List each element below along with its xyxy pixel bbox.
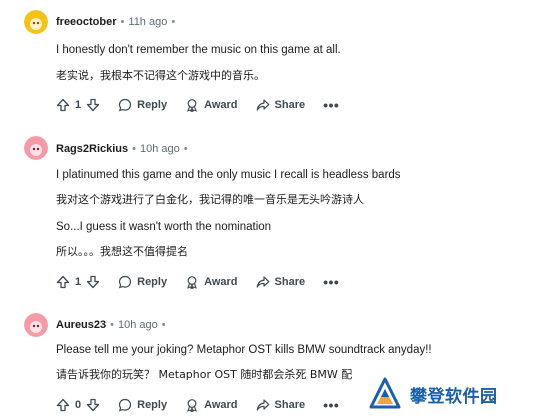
comment-actions: 1 Reply Award Share ••• <box>56 93 339 117</box>
share-label: Share <box>274 99 306 111</box>
award-icon <box>187 99 197 112</box>
upvote-icon[interactable] <box>56 398 70 412</box>
upvote-icon[interactable] <box>56 275 70 289</box>
avatar[interactable] <box>24 136 48 160</box>
share-button[interactable]: Share <box>256 98 306 112</box>
comment-text: Please tell me your joking? Metaphor OST… <box>56 344 432 356</box>
meta-separator: • <box>132 143 137 155</box>
comment-bubble-icon <box>119 398 132 412</box>
share-label: Share <box>274 276 306 288</box>
award-label: Award <box>204 99 238 111</box>
share-icon <box>256 276 269 288</box>
meta-separator: • <box>183 143 188 155</box>
award-button[interactable]: Award <box>185 398 238 412</box>
comment-text-translation: 请告诉我你的玩笑？ Metaphor OST 随时都会杀死 BMW 配 <box>56 368 353 381</box>
comment-meta: Aureus23 • 10h ago • <box>56 317 170 333</box>
comment-text: I platinumed this game and the only musi… <box>56 169 401 181</box>
downvote-icon[interactable] <box>86 98 100 112</box>
comment-text: I honestly don't remember the music on t… <box>56 44 341 56</box>
comment-text-translation: 所以。。。我想这不值得提名 <box>56 245 188 258</box>
downvote-icon[interactable] <box>86 398 100 412</box>
meta-separator: • <box>161 319 166 331</box>
reply-label: Reply <box>137 99 168 111</box>
upvote-icon[interactable] <box>56 98 70 112</box>
meta-separator: • <box>120 16 125 28</box>
author-name[interactable]: Rags2Rickius <box>56 143 128 155</box>
meta-separator: • <box>110 319 114 331</box>
share-icon <box>256 399 269 411</box>
avatar[interactable] <box>24 10 48 34</box>
comment: Rags2Rickius • 10h ago • I platinumed th… <box>0 120 550 296</box>
more-options-icon[interactable]: ••• <box>323 98 339 112</box>
watermark-logo-icon <box>369 377 401 409</box>
award-label: Award <box>204 399 238 411</box>
award-icon <box>187 399 197 412</box>
more-options-icon[interactable]: ••• <box>323 398 339 412</box>
timestamp[interactable]: 10h ago <box>118 319 158 331</box>
share-button[interactable]: Share <box>256 275 306 289</box>
comment-meta: Rags2Rickius • 10h ago • <box>56 141 192 157</box>
author-name[interactable]: freeoctober <box>56 16 117 28</box>
watermark: 攀登软件园 <box>360 372 550 416</box>
reply-button[interactable]: Reply <box>118 398 167 412</box>
reply-label: Reply <box>137 276 168 288</box>
timestamp[interactable]: 10h ago <box>140 143 180 155</box>
avatar[interactable] <box>24 313 48 337</box>
vote-control: 1 <box>56 98 100 112</box>
author-name[interactable]: Aureus23 <box>56 319 106 331</box>
reply-button[interactable]: Reply <box>118 275 167 289</box>
more-options-icon[interactable]: ••• <box>323 275 339 289</box>
downvote-icon[interactable] <box>86 275 100 289</box>
share-button[interactable]: Share <box>256 398 306 412</box>
comment-bubble-icon <box>119 275 132 289</box>
reply-label: Reply <box>137 399 168 411</box>
comment-actions: 1 Reply Award Share ••• <box>56 270 339 294</box>
vote-count: 1 <box>75 276 82 288</box>
comment-bubble-icon <box>119 98 132 112</box>
vote-count: 0 <box>75 399 82 411</box>
comment-text-translation: 我对这个游戏进行了白金化，我记得的唯一音乐是无头吟游诗人 <box>56 193 364 206</box>
comment-text-translation: 老实说，我根本不记得这个游戏中的音乐。 <box>56 69 265 82</box>
comment-actions: 0 Reply Award Share ••• <box>56 393 339 417</box>
award-icon <box>187 276 197 289</box>
comment: freeoctober • 11h ago • I honestly don't… <box>0 0 550 120</box>
award-label: Award <box>204 276 238 288</box>
timestamp[interactable]: 11h ago <box>128 16 167 28</box>
share-icon <box>256 99 269 111</box>
comment-text: So...I guess it wasn't worth the nominat… <box>56 221 272 233</box>
reply-button[interactable]: Reply <box>118 98 167 112</box>
award-button[interactable]: Award <box>185 275 238 289</box>
watermark-text: 攀登软件园 <box>410 386 498 407</box>
vote-count: 1 <box>75 99 82 111</box>
comment-meta: freeoctober • 11h ago • <box>56 14 179 30</box>
meta-separator: • <box>171 16 176 28</box>
vote-control: 1 <box>56 275 100 289</box>
award-button[interactable]: Award <box>185 98 238 112</box>
vote-control: 0 <box>56 398 100 412</box>
share-label: Share <box>274 399 306 411</box>
